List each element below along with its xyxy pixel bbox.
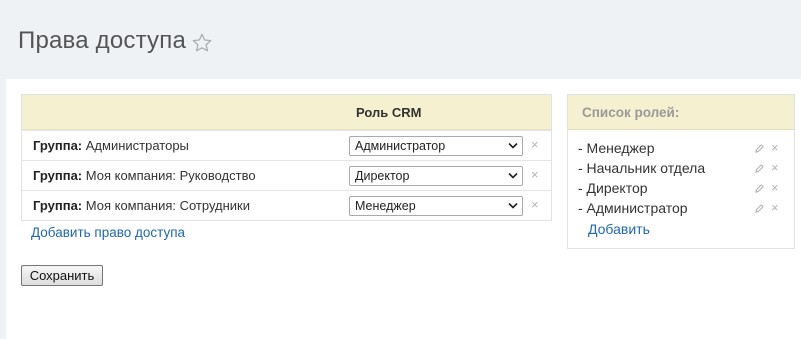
- role-select[interactable]: Администратор: [349, 136, 523, 156]
- row-label-prefix: Группа:: [33, 198, 83, 213]
- crm-role-column-title: Роль CRM: [356, 105, 422, 120]
- add-role-link[interactable]: Добавить: [588, 221, 650, 237]
- role-select-value: Директор: [355, 169, 410, 183]
- role-name: - Администратор: [578, 200, 688, 216]
- role-name: - Менеджер: [578, 140, 655, 156]
- role-name: - Директор: [578, 180, 648, 196]
- delete-role-button[interactable]: ×: [771, 200, 779, 215]
- table-row: Группа: Моя компания: Сотрудники Менедже…: [22, 190, 551, 220]
- role-select[interactable]: Директор: [349, 166, 523, 186]
- row-label: Группа: Моя компания: Сотрудники: [33, 198, 250, 213]
- star-icon[interactable]: [191, 32, 213, 54]
- main-content: Роль CRM Группа: Администраторы Админист…: [6, 79, 801, 339]
- row-label: Группа: Администраторы: [33, 138, 189, 153]
- delete-role-button[interactable]: ×: [771, 140, 779, 155]
- row-label-prefix: Группа:: [33, 168, 83, 183]
- remove-row-button[interactable]: ×: [531, 137, 539, 152]
- table-row: Группа: Администраторы Администратор ×: [22, 130, 551, 160]
- save-button[interactable]: Сохранить: [21, 265, 103, 286]
- delete-role-button[interactable]: ×: [771, 160, 779, 175]
- table-row: Группа: Моя компания: Руководство Директ…: [22, 160, 551, 190]
- pencil-icon[interactable]: [754, 183, 765, 194]
- list-item: - Директор ×: [578, 180, 786, 200]
- rights-table-header: Роль CRM: [22, 95, 551, 130]
- list-item: - Начальник отдела ×: [578, 160, 786, 180]
- remove-row-button[interactable]: ×: [531, 167, 539, 182]
- chevron-down-icon: [508, 172, 518, 179]
- row-label-text: Моя компания: Сотрудники: [85, 198, 251, 213]
- row-label-text: Моя компания: Руководство: [85, 168, 256, 183]
- chevron-down-icon: [508, 202, 518, 209]
- pencil-icon[interactable]: [754, 143, 765, 154]
- delete-role-button[interactable]: ×: [771, 180, 779, 195]
- pencil-icon[interactable]: [754, 203, 765, 214]
- page-title: Права доступа: [18, 27, 186, 54]
- page-header: Права доступа: [0, 0, 801, 79]
- row-label: Группа: Моя компания: Руководство: [33, 168, 256, 183]
- add-access-right-link[interactable]: Добавить право доступа: [31, 225, 185, 240]
- roles-panel-header: Список ролей:: [568, 95, 794, 130]
- pencil-icon[interactable]: [754, 163, 765, 174]
- row-label-text: Администраторы: [85, 138, 189, 153]
- row-label-prefix: Группа:: [33, 138, 83, 153]
- list-item: - Менеджер ×: [578, 140, 786, 160]
- roles-panel-title: Список ролей:: [582, 105, 680, 120]
- role-select-value: Менеджер: [355, 199, 416, 213]
- role-select-value: Администратор: [355, 139, 446, 153]
- list-item: - Администратор ×: [578, 200, 786, 220]
- access-rights-table: Роль CRM Группа: Администраторы Админист…: [21, 94, 552, 221]
- remove-row-button[interactable]: ×: [531, 197, 539, 212]
- role-select[interactable]: Менеджер: [349, 196, 523, 216]
- role-name: - Начальник отдела: [578, 160, 706, 176]
- roles-panel: Список ролей: - Менеджер × - Начальник о…: [567, 94, 795, 249]
- chevron-down-icon: [508, 142, 518, 149]
